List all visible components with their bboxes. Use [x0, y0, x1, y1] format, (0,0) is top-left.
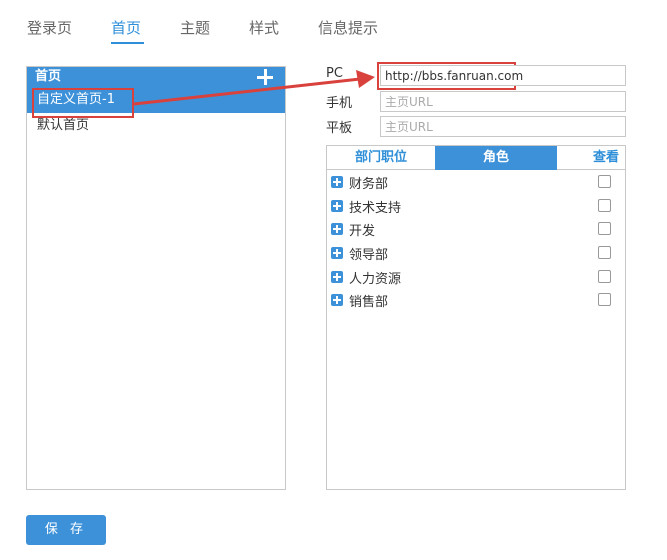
- department-name: 领导部: [349, 248, 389, 263]
- department-checkbox[interactable]: [598, 270, 611, 283]
- expand-plus-icon[interactable]: [331, 294, 343, 306]
- expand-plus-icon[interactable]: [331, 271, 343, 283]
- expand-plus-icon[interactable]: [331, 247, 343, 259]
- tab-home-page[interactable]: 首页: [111, 17, 141, 38]
- top-tab-bar: 登录页 首页 主题 样式 信息提示: [0, 0, 667, 48]
- tab-info-prompt[interactable]: 信息提示: [318, 17, 378, 38]
- tab-theme[interactable]: 主题: [180, 17, 210, 38]
- home-page-item-default[interactable]: 默认首页: [27, 113, 285, 139]
- home-page-list-panel: 首页 自定义首页-1 默认首页: [26, 66, 286, 490]
- tab-style[interactable]: 样式: [249, 17, 279, 38]
- tab-login-page[interactable]: 登录页: [27, 17, 72, 38]
- department-name: 人力资源: [349, 272, 402, 287]
- pc-label: PC: [326, 66, 343, 81]
- department-row: 开发: [327, 219, 625, 241]
- tab-department-position[interactable]: 部门职位: [327, 146, 435, 170]
- save-button[interactable]: 保 存: [26, 515, 106, 545]
- tablet-label: 平板: [326, 121, 353, 136]
- mobile-label: 手机: [326, 96, 353, 111]
- department-checkbox[interactable]: [598, 222, 611, 235]
- department-name: 开发: [349, 224, 376, 239]
- home-page-list-title: 首页: [35, 69, 62, 84]
- permission-tab-bar: 部门职位 角色 查看: [327, 146, 625, 170]
- department-row: 财务部: [327, 172, 625, 194]
- pc-url-input[interactable]: [380, 65, 626, 86]
- department-row: 技术支持: [327, 196, 625, 218]
- department-row: 人力资源: [327, 267, 625, 289]
- department-checkbox[interactable]: [598, 175, 611, 188]
- department-checkbox[interactable]: [598, 199, 611, 212]
- department-name: 销售部: [349, 295, 389, 310]
- department-row: 销售部: [327, 290, 625, 312]
- department-checkbox[interactable]: [598, 246, 611, 259]
- home-page-list-header: 首页: [27, 67, 285, 87]
- add-icon[interactable]: [255, 67, 275, 87]
- expand-plus-icon[interactable]: [331, 200, 343, 212]
- expand-plus-icon[interactable]: [331, 176, 343, 188]
- mobile-url-input[interactable]: [380, 91, 626, 112]
- home-page-item-custom[interactable]: 自定义首页-1: [27, 87, 285, 113]
- active-tab-underline: [111, 42, 144, 44]
- department-name: 财务部: [349, 177, 389, 192]
- department-row: 领导部: [327, 243, 625, 265]
- permission-panel: 部门职位 角色 查看 财务部 技术支持 开发 领导部 人力资源 销售部: [326, 145, 626, 490]
- tablet-url-input[interactable]: [380, 116, 626, 137]
- department-checkbox[interactable]: [598, 293, 611, 306]
- tab-view[interactable]: 查看: [557, 146, 625, 170]
- department-name: 技术支持: [349, 201, 402, 216]
- expand-plus-icon[interactable]: [331, 223, 343, 235]
- tab-role[interactable]: 角色: [435, 146, 557, 170]
